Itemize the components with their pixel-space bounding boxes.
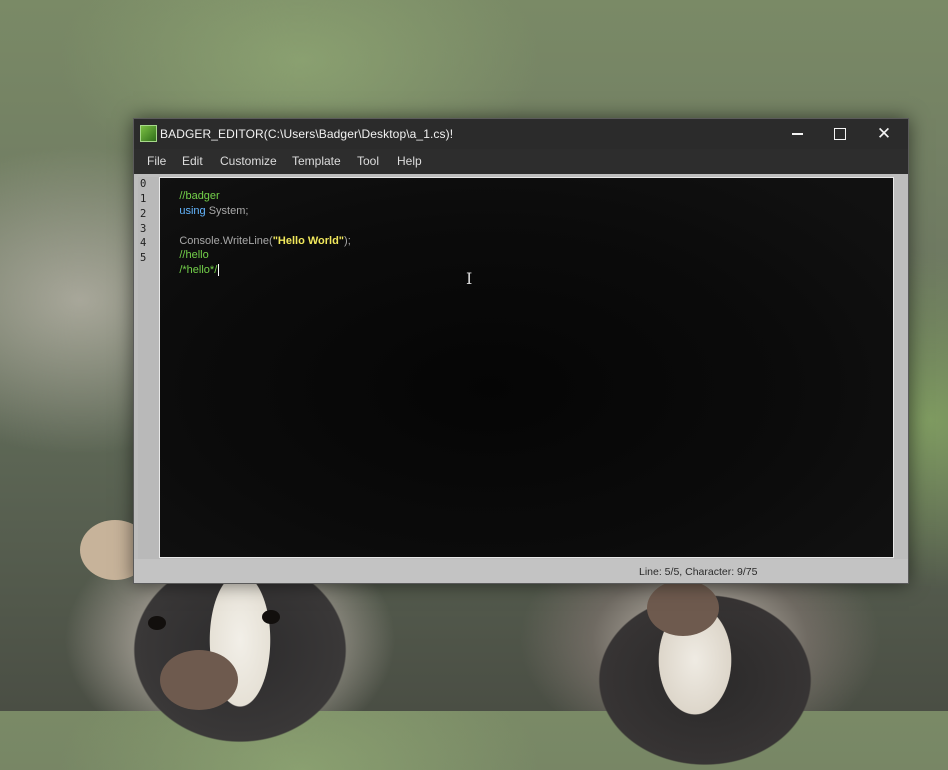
close-icon: ✕ [876, 124, 892, 143]
code-comment: /*hello*/ [179, 264, 218, 276]
editor-window: BADGER_EDITOR(C:\Users\Badger\Desktop\a_… [133, 118, 909, 584]
menu-bar: File Edit Customize Template Tool Help [134, 149, 908, 174]
window-title: BADGER_EDITOR(C:\Users\Badger\Desktop\a_… [160, 127, 454, 141]
maximize-icon [834, 128, 846, 140]
code-line: //badger [161, 175, 219, 202]
code-line: //hello [161, 234, 208, 261]
badger-eye [262, 610, 280, 624]
status-bar: Line: 5/5, Character: 9/75 [134, 559, 908, 583]
line-number: 2 [140, 208, 147, 220]
line-number: 0 [140, 178, 147, 190]
close-button[interactable]: ✕ [867, 123, 901, 145]
title-bar[interactable]: BADGER_EDITOR(C:\Users\Badger\Desktop\a_… [134, 119, 908, 149]
code-line: /*hello*/ [161, 249, 220, 277]
line-number: 5 [140, 252, 147, 264]
badger-nose [647, 580, 719, 636]
menu-template[interactable]: Template [292, 154, 341, 168]
badger-eye [148, 616, 166, 630]
code-keyword: using [179, 205, 206, 217]
menu-customize[interactable]: Customize [220, 154, 277, 168]
menu-help[interactable]: Help [397, 154, 422, 168]
line-number: 3 [140, 223, 147, 235]
code-string: "Hello World" [272, 235, 345, 247]
app-icon [140, 125, 157, 142]
minimize-button[interactable] [780, 123, 814, 145]
text-caret [218, 264, 220, 277]
code-text: System; [205, 205, 249, 217]
menu-tool[interactable]: Tool [357, 154, 379, 168]
code-line: using System; [161, 190, 248, 217]
line-number: 4 [140, 237, 147, 249]
cursor-position-status: Line: 5/5, Character: 9/75 [639, 566, 758, 578]
maximize-button[interactable] [823, 123, 857, 145]
code-line: Console.WriteLine("Hello World"); [161, 220, 350, 247]
text-cursor-icon: I [466, 269, 473, 288]
line-number: 1 [140, 193, 147, 205]
line-number-gutter: 0 1 2 3 4 5 [138, 177, 160, 583]
code-text: ); [344, 235, 351, 247]
code-editor[interactable]: //badger using System; Console.WriteLine… [159, 177, 894, 558]
badger-right [555, 570, 855, 770]
menu-file[interactable]: File [147, 154, 166, 168]
minimize-icon [791, 133, 803, 135]
badger-nose [160, 650, 238, 710]
menu-edit[interactable]: Edit [182, 154, 203, 168]
